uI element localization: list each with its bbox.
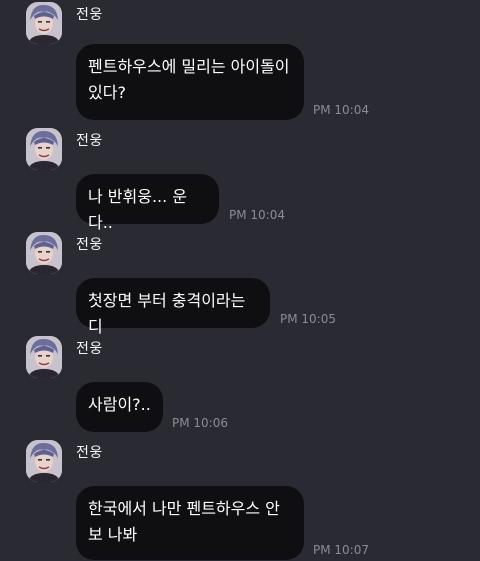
message-bubble[interactable]: 한국에서 나만 펜트하우스 안보 나봐 bbox=[76, 486, 304, 560]
avatar[interactable] bbox=[26, 128, 62, 170]
avatar-photo-icon bbox=[26, 440, 62, 482]
message-time: PM 10:04 bbox=[313, 103, 369, 117]
sender-name: 전웅 bbox=[76, 133, 103, 149]
message-time: PM 10:06 bbox=[172, 416, 228, 430]
message-bubble[interactable]: 펜트하우스에 밀리는 아이돌이 있다? bbox=[76, 44, 304, 120]
message-bubble[interactable]: 첫장면 부터 충격이라는디 bbox=[76, 278, 270, 336]
avatar[interactable] bbox=[26, 336, 62, 378]
message-bubble[interactable]: 나 반휘웅... 운다.. bbox=[76, 174, 219, 232]
message-time: PM 10:07 bbox=[313, 543, 369, 557]
message-time: PM 10:05 bbox=[280, 312, 336, 326]
avatar-photo-icon bbox=[26, 2, 62, 44]
message-time: PM 10:04 bbox=[229, 208, 285, 222]
sender-name: 전웅 bbox=[76, 445, 103, 461]
sender-name: 전웅 bbox=[76, 7, 103, 23]
avatar-photo-icon bbox=[26, 128, 62, 170]
sender-name: 전웅 bbox=[76, 341, 103, 357]
avatar[interactable] bbox=[26, 232, 62, 274]
chat-message-list: 전웅 펜트하우스에 밀리는 아이돌이 있다? PM 10:04 전웅 나 반휘웅… bbox=[0, 0, 480, 561]
sender-name: 전웅 bbox=[76, 237, 103, 253]
avatar[interactable] bbox=[26, 2, 62, 44]
avatar-photo-icon bbox=[26, 232, 62, 274]
message-bubble[interactable]: 사람이?.. bbox=[76, 382, 163, 432]
avatar[interactable] bbox=[26, 440, 62, 482]
avatar-photo-icon bbox=[26, 336, 62, 378]
